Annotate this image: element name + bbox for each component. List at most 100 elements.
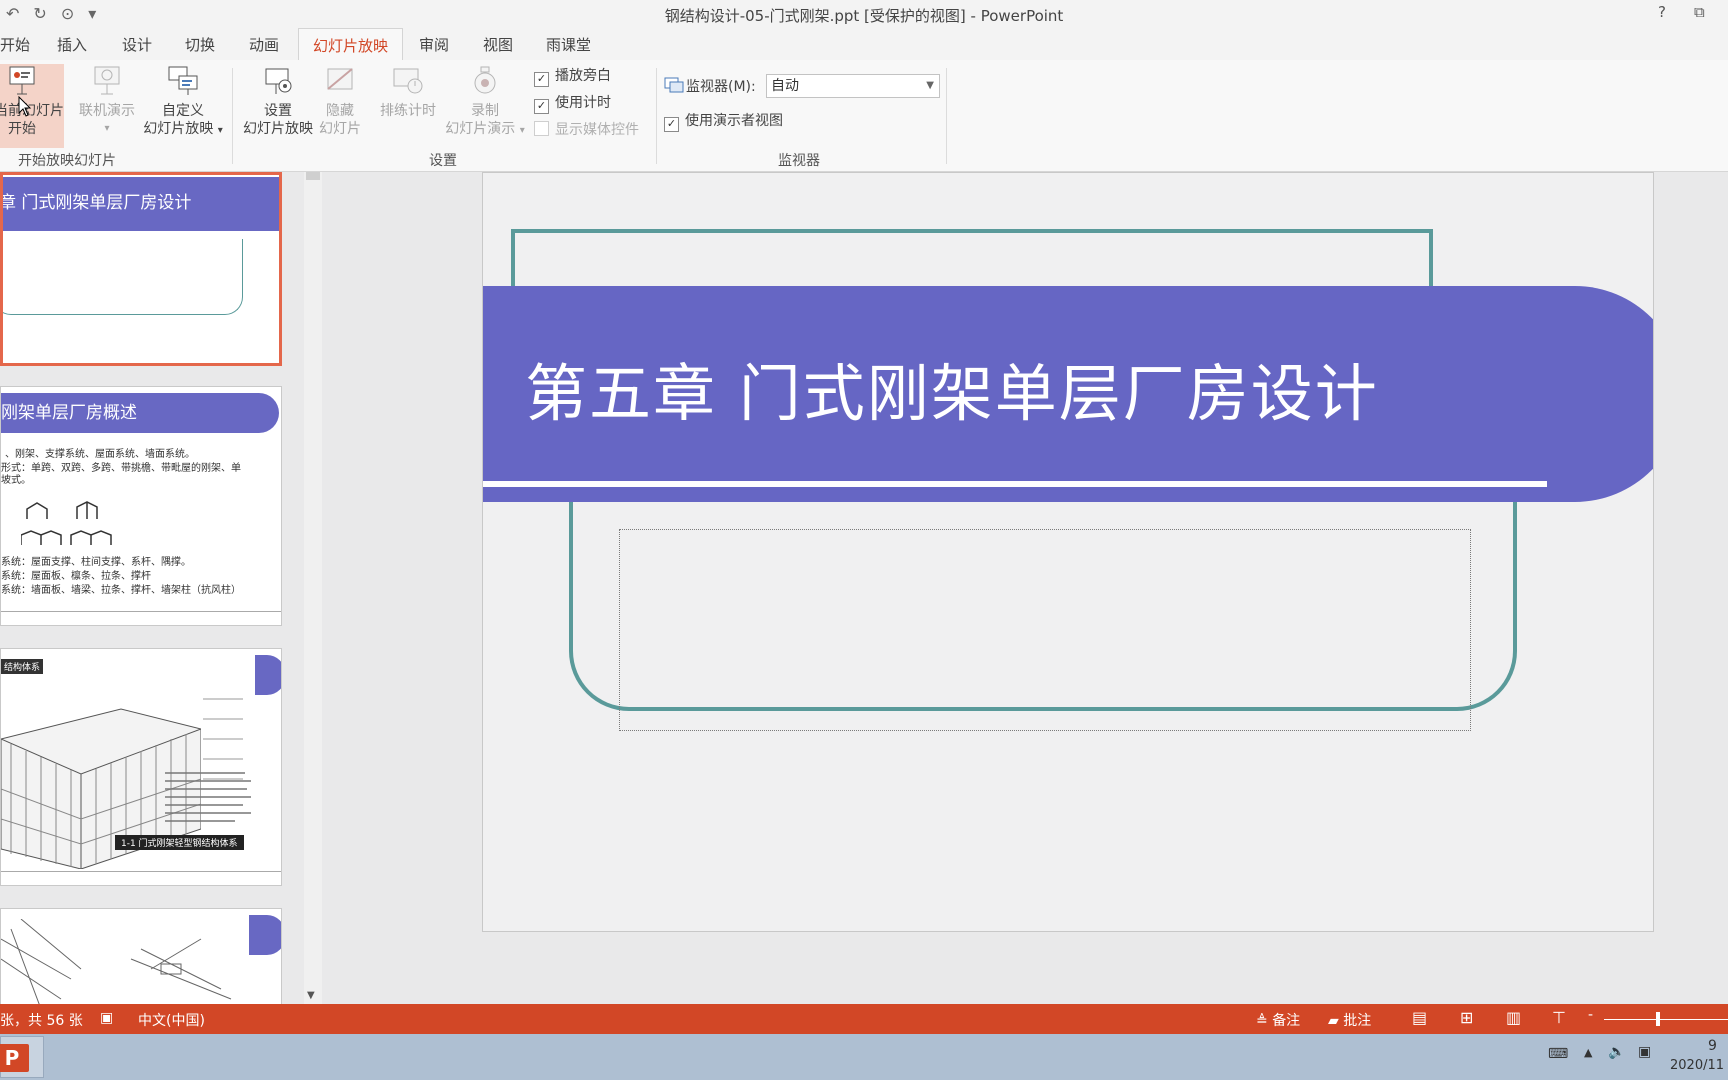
tab-design[interactable]: 设计 xyxy=(122,34,152,55)
slideshow-view-icon[interactable]: ⊤ xyxy=(1552,1008,1566,1027)
online-present-label: 联机演示 xyxy=(79,103,135,119)
tab-rain-classroom[interactable]: 雨课堂 xyxy=(546,34,591,55)
presenter-view-label: 使用演示者视图 xyxy=(685,113,783,129)
hide-slide-button[interactable]: 隐藏 幻灯片 xyxy=(314,64,366,138)
window-title: 钢结构设计-05-门式刚架.ppt [受保护的视图] - PowerPoint xyxy=(664,7,1064,25)
clock-time[interactable]: 9 xyxy=(1708,1038,1717,1054)
tray-expand-icon[interactable]: ▲ xyxy=(1584,1046,1592,1059)
scroll-down-arrow-icon[interactable]: ▼ xyxy=(307,990,315,1001)
slide-title[interactable]: 第五章 门式刚架单层厂房设计 xyxy=(525,343,1379,433)
rehearse-timings-icon xyxy=(391,64,425,98)
group-label-setup: 设置 xyxy=(429,153,457,169)
setup-slideshow-button[interactable]: 设置 幻灯片放映 xyxy=(238,64,318,138)
ribbon: 从当前幻灯片 开始 联机演示 ▾ 自定义 幻灯片放映 ▾ 开始放映幻灯片 设置 … xyxy=(0,60,1728,172)
show-media-controls-checkbox[interactable]: 显示媒体控件 xyxy=(534,120,639,140)
tab-slideshow[interactable]: 幻灯片放映 xyxy=(298,28,404,60)
ribbon-tabs: 开始 插入 设计 切换 动画 幻灯片放映 审阅 视图 雨课堂 xyxy=(0,28,1728,60)
slide-thumbnail-1[interactable]: 章 门式刚架单层厂房设计 xyxy=(0,172,282,366)
use-timings-checkbox[interactable]: ✓ 使用计时 xyxy=(534,93,611,114)
powerpoint-taskbar-button[interactable]: P xyxy=(0,1036,44,1078)
thumb-title-band: 章 门式刚架单层厂房设计 xyxy=(0,177,279,231)
tab-insert[interactable]: 插入 xyxy=(57,34,87,55)
slide-sorter-icon[interactable]: ⊞ xyxy=(1460,1008,1473,1027)
online-present-button[interactable]: 联机演示 ▾ xyxy=(72,64,142,138)
slide-count: 张，共 56 张 xyxy=(0,1013,83,1029)
thumb-footer-line xyxy=(1,611,281,612)
network-icon[interactable]: ▣ xyxy=(1638,1044,1651,1060)
slide-thumbnail-3[interactable]: 结构体系 1-1 门式刚架轻型钢结构体系 xyxy=(0,648,282,886)
record-label-2: 幻灯片演示 xyxy=(445,121,516,137)
thumb-3-notes xyxy=(165,769,255,833)
thumb-title-band xyxy=(249,915,281,955)
reading-view-icon[interactable]: ▥ xyxy=(1506,1008,1521,1027)
help-button[interactable]: ? xyxy=(1658,3,1666,21)
slide-band-line xyxy=(483,481,1547,487)
play-narrations-label: 播放旁白 xyxy=(555,68,611,84)
thumb-3-label: 结构体系 xyxy=(1,659,44,674)
setup-slideshow-label-1: 设置 xyxy=(264,103,292,119)
presenter-view-checkbox[interactable]: ✓ 使用演示者视图 xyxy=(664,111,783,132)
custom-slideshow-label-1: 自定义 xyxy=(162,103,204,119)
tab-home[interactable]: 开始 xyxy=(0,34,30,55)
custom-slideshow-button[interactable]: 自定义 幻灯片放映 ▾ xyxy=(138,64,228,140)
zoom-out-icon[interactable]: - xyxy=(1588,1007,1593,1023)
play-narrations-checkbox[interactable]: ✓ 播放旁白 xyxy=(534,66,611,87)
online-present-icon xyxy=(90,64,124,98)
tab-view[interactable]: 视图 xyxy=(483,34,513,55)
restore-window-button[interactable]: ⧉ xyxy=(1694,3,1705,21)
normal-view-icon[interactable]: ▤ xyxy=(1412,1008,1427,1027)
comments-label: 批注 xyxy=(1343,1013,1372,1029)
from-current-label-2: 开始 xyxy=(8,121,36,137)
zoom-slider-handle[interactable] xyxy=(1656,1012,1660,1026)
scrollbar-thumb[interactable] xyxy=(306,172,320,180)
group-label-start: 开始放映幻灯片 xyxy=(18,153,116,169)
frame-diagram-icon xyxy=(20,497,131,551)
spellcheck-icon[interactable]: ▣ xyxy=(100,1010,113,1026)
thumb-2-line: 系统：墙面板、墙梁、拉条、撑杆、墙架柱（抗风柱） xyxy=(1,585,241,596)
thumb-2-line: 系统：屋面支撑、柱间支撑、系杆、隅撑。 xyxy=(1,557,191,568)
language-indicator[interactable]: 中文(中国) xyxy=(138,1010,205,1030)
keyboard-icon[interactable]: ⌨ xyxy=(1548,1046,1568,1062)
projector-screen-icon xyxy=(5,64,39,98)
record-slideshow-button[interactable]: 录制 幻灯片演示 ▾ xyxy=(440,64,530,140)
thumb-frame xyxy=(3,239,243,315)
zoom-slider[interactable] xyxy=(1604,1019,1728,1020)
record-slideshow-icon xyxy=(468,64,502,98)
group-separator xyxy=(232,68,233,164)
setup-slideshow-label-2: 幻灯片放映 xyxy=(243,121,313,137)
thumbnail-scrollbar[interactable]: ▼ xyxy=(304,172,322,1004)
hide-slide-label-1: 隐藏 xyxy=(326,103,354,119)
checkbox-checked-icon: ✓ xyxy=(664,117,679,132)
comments-button[interactable]: ▰ 批注 xyxy=(1328,1010,1371,1030)
status-bar: 张，共 56 张 ▣ 中文(中国) ≜ 备注 ▰ 批注 ▤ ⊞ ▥ ⊤ - xyxy=(0,1004,1728,1034)
tab-animations[interactable]: 动画 xyxy=(249,34,279,55)
powerpoint-icon: P xyxy=(0,1044,29,1072)
thumb-2-line: 形式：单跨、双跨、多跨、带挑檐、带毗屋的刚架、单 xyxy=(1,463,241,474)
group-separator xyxy=(946,68,947,164)
slide-subtitle-placeholder[interactable] xyxy=(619,529,1471,731)
monitor-select-value: 自动 xyxy=(771,78,799,94)
from-current-slide-button[interactable]: 从当前幻灯片 开始 xyxy=(0,64,64,148)
thumb-1-title: 章 门式刚架单层厂房设计 xyxy=(0,193,192,213)
monitor-select[interactable]: 自动 ▼ xyxy=(766,74,940,98)
monitor-icon xyxy=(664,76,684,98)
show-media-controls-label: 显示媒体控件 xyxy=(555,122,639,138)
mouse-cursor-icon xyxy=(18,95,32,122)
notes-label: 备注 xyxy=(1272,1013,1301,1029)
tab-transitions[interactable]: 切换 xyxy=(185,34,215,55)
notes-button[interactable]: ≜ 备注 xyxy=(1256,1010,1300,1030)
use-timings-label: 使用计时 xyxy=(555,95,611,111)
chevron-down-icon: ▼ xyxy=(926,80,934,91)
volume-icon[interactable]: 🔈 xyxy=(1608,1044,1625,1060)
slide-thumbnail-4[interactable] xyxy=(0,908,282,1004)
rehearse-timings-button[interactable]: 排练计时 xyxy=(372,64,444,120)
thumb-footer-line xyxy=(1,871,281,872)
rehearse-timings-label: 排练计时 xyxy=(380,103,436,119)
clock-date[interactable]: 2020/11 xyxy=(1670,1058,1724,1073)
thumb-title-band: 刚架单层厂房概述 xyxy=(1,393,279,433)
slide-thumbnail-2[interactable]: 刚架单层厂房概述 、刚架、支撑系统、屋面系统、墙面系统。 形式：单跨、双跨、多跨… xyxy=(0,386,282,626)
thumb-2-line: 系统：屋面板、檩条、拉条、撑杆 xyxy=(1,571,151,582)
tab-review[interactable]: 审阅 xyxy=(419,34,449,55)
slide-canvas[interactable]: 第五章 门式刚架单层厂房设计 xyxy=(482,172,1654,932)
thumb-2-title: 刚架单层厂房概述 xyxy=(1,403,137,423)
